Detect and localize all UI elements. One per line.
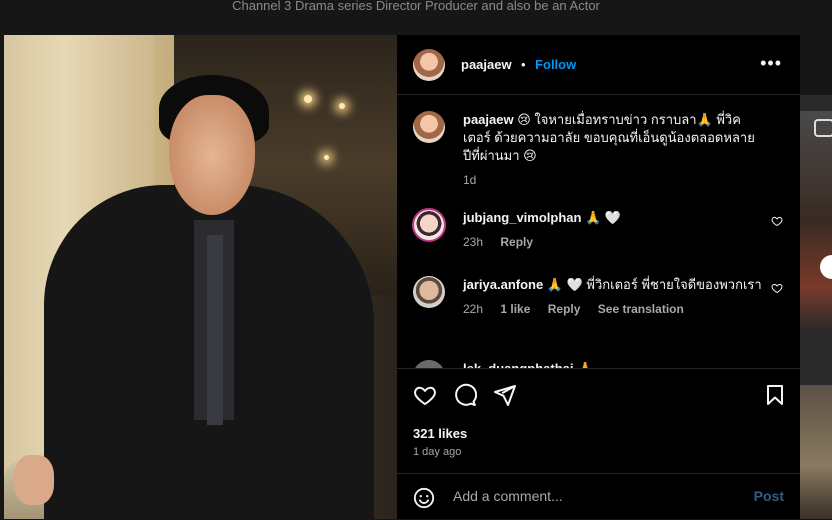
like-icon[interactable] xyxy=(413,383,437,407)
video-icon xyxy=(814,119,832,137)
background-thumbnail xyxy=(800,111,832,331)
background-caption: Channel 3 Drama series Director Producer… xyxy=(232,0,600,13)
post-comment-button[interactable]: Post xyxy=(754,488,784,504)
author-avatar[interactable] xyxy=(413,49,445,81)
background-feed-strip xyxy=(800,95,832,519)
post-detail-panel: paajaew • Follow ••• paajaew 😢 ใจหายเมื่… xyxy=(397,35,800,519)
commenter-avatar[interactable] xyxy=(413,360,445,368)
caption-username[interactable]: paajaew xyxy=(463,112,514,127)
more-options-icon[interactable]: ••• xyxy=(760,53,782,74)
share-icon[interactable] xyxy=(493,383,517,407)
author-avatar[interactable] xyxy=(413,111,445,143)
caption-time: 1d xyxy=(463,173,477,187)
like-comment-icon[interactable] xyxy=(771,282,783,294)
save-bookmark-icon[interactable] xyxy=(763,383,787,407)
commenter-avatar[interactable] xyxy=(413,276,445,308)
reply-button[interactable]: Reply xyxy=(548,302,581,316)
comment-likes[interactable]: 1 like xyxy=(500,302,530,316)
comment-text: 🙏 🤍 xyxy=(585,210,622,225)
post-actions: 321 likes 1 day ago xyxy=(397,368,800,474)
comment-text: 🙏 🤍 พี่วิกเตอร์ พี่ชายใจดีของพวกเรา xyxy=(546,277,762,292)
likes-count[interactable]: 321 likes xyxy=(413,426,467,441)
comment-username[interactable]: jubjang_vimolphan xyxy=(463,210,581,225)
background-thumbnail xyxy=(800,385,832,519)
post-photo xyxy=(4,35,397,519)
add-comment-bar: Add a comment... Post xyxy=(397,473,800,520)
comment-icon[interactable] xyxy=(453,383,477,407)
post-date: 1 day ago xyxy=(413,446,462,458)
see-translation-button[interactable]: See translation xyxy=(598,302,684,316)
comment-time: 22h xyxy=(463,302,484,316)
emoji-icon[interactable] xyxy=(413,487,435,509)
author-username[interactable]: paajaew xyxy=(461,57,512,72)
separator-dot: • xyxy=(521,57,526,72)
comment-username[interactable]: lek_duangphathai xyxy=(463,361,574,368)
comment-input[interactable]: Add a comment... xyxy=(453,488,563,504)
reply-button[interactable]: Reply xyxy=(500,235,533,249)
commenter-avatar[interactable] xyxy=(412,208,446,242)
comments-list[interactable]: paajaew 😢 ใจหายเมื่อทราบข่าว กราบลา🙏 พี่… xyxy=(397,95,800,368)
comment-time: 23h xyxy=(463,235,484,249)
follow-button[interactable]: Follow xyxy=(535,57,576,72)
like-comment-icon[interactable] xyxy=(771,215,783,227)
comment-username[interactable]: jariya.anfone xyxy=(463,277,543,292)
post-header: paajaew • Follow ••• xyxy=(397,35,800,95)
comment-text: 🙏 xyxy=(577,361,593,368)
